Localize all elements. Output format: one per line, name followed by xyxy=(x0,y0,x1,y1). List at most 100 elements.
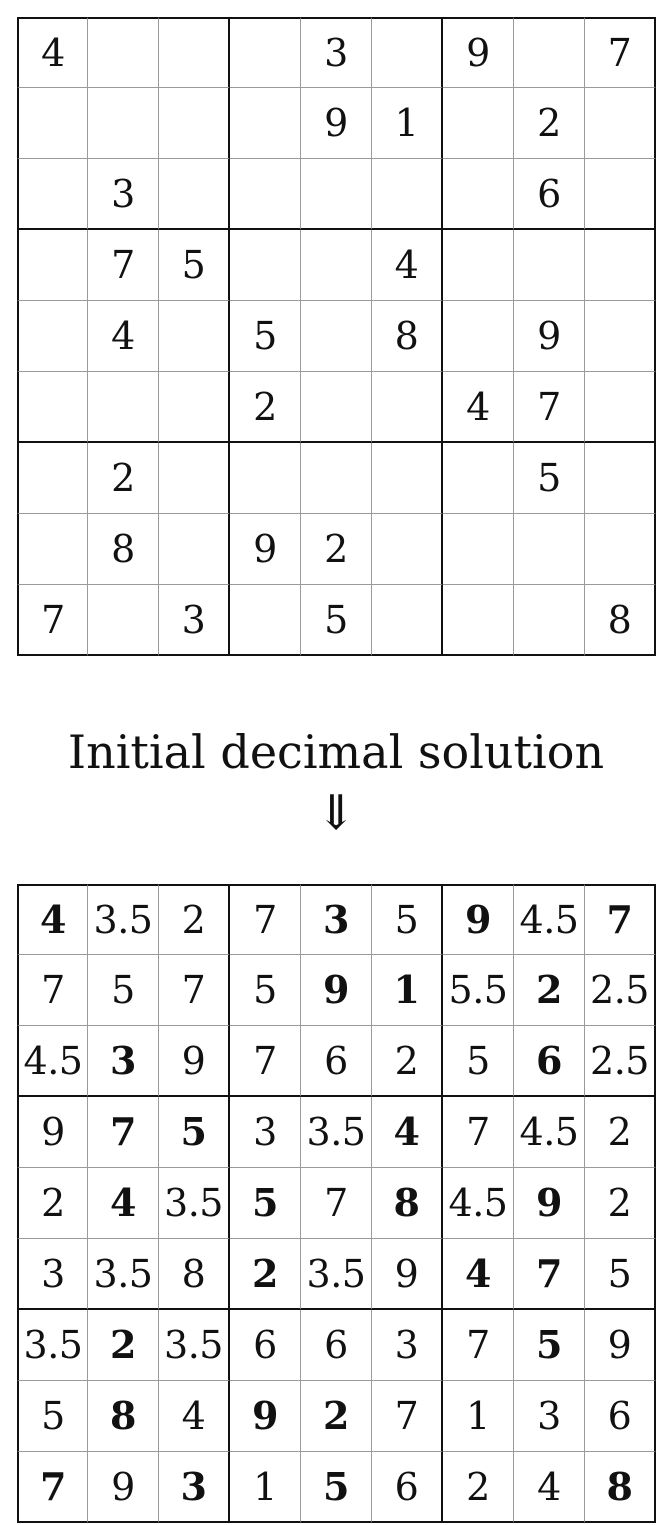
solution-cell-r1-c1: 4 xyxy=(17,884,88,955)
puzzle-cell-r6-c9 xyxy=(585,372,656,443)
puzzle-cell-r2-c1 xyxy=(17,88,88,159)
puzzle-cell-r6-c3 xyxy=(159,372,230,443)
solution-cell-r8-c8: 3 xyxy=(514,1381,585,1452)
solution-cell-r9-c3: 3 xyxy=(159,1452,230,1523)
solution-cell-r1-c8: 4.5 xyxy=(514,884,585,955)
puzzle-cell-r7-c7 xyxy=(443,443,514,514)
puzzle-cell-r5-c3 xyxy=(159,301,230,372)
solution-cell-r9-c5: 5 xyxy=(301,1452,372,1523)
solution-cell-r1-c6: 5 xyxy=(372,884,443,955)
solution-cell-r4-c3: 5 xyxy=(159,1097,230,1168)
puzzle-cell-r8-c5: 2 xyxy=(301,514,372,585)
puzzle-cell-r3-c8: 6 xyxy=(514,159,585,230)
solution-cell-r6-c9: 5 xyxy=(585,1239,656,1310)
solution-cell-r9-c9: 8 xyxy=(585,1452,656,1523)
solution-cell-r1-c4: 7 xyxy=(230,884,301,955)
puzzle-cell-r9-c6 xyxy=(372,585,443,656)
solution-cell-r8-c9: 6 xyxy=(585,1381,656,1452)
puzzle-cell-r1-c8 xyxy=(514,17,585,88)
solution-cell-r5-c9: 2 xyxy=(585,1168,656,1239)
puzzle-cell-r7-c2: 2 xyxy=(88,443,159,514)
puzzle-cell-r5-c8: 9 xyxy=(514,301,585,372)
puzzle-cell-r9-c8 xyxy=(514,585,585,656)
puzzle-cell-r2-c4 xyxy=(230,88,301,159)
puzzle-cell-r7-c8: 5 xyxy=(514,443,585,514)
solution-cell-r5-c8: 9 xyxy=(514,1168,585,1239)
puzzle-cell-r2-c3 xyxy=(159,88,230,159)
puzzle-cell-r3-c3 xyxy=(159,159,230,230)
puzzle-cell-r4-c4 xyxy=(230,230,301,301)
puzzle-cell-r5-c7 xyxy=(443,301,514,372)
puzzle-cell-r6-c7: 4 xyxy=(443,372,514,443)
puzzle-cell-r3-c4 xyxy=(230,159,301,230)
puzzle-cell-r7-c6 xyxy=(372,443,443,514)
solution-cell-r1-c7: 9 xyxy=(443,884,514,955)
puzzle-cell-r7-c5 xyxy=(301,443,372,514)
puzzle-cell-r2-c8: 2 xyxy=(514,88,585,159)
puzzle-cell-r9-c2 xyxy=(88,585,159,656)
solution-cell-r2-c8: 2 xyxy=(514,955,585,1026)
solution-cell-r9-c4: 1 xyxy=(230,1452,301,1523)
puzzle-cell-r1-c3 xyxy=(159,17,230,88)
solution-cell-r4-c1: 9 xyxy=(17,1097,88,1168)
puzzle-cell-r2-c5: 9 xyxy=(301,88,372,159)
puzzle-cell-r8-c9 xyxy=(585,514,656,585)
solution-cell-r2-c2: 5 xyxy=(88,955,159,1026)
puzzle-cell-r1-c5: 3 xyxy=(301,17,372,88)
solution-cell-r2-c5: 9 xyxy=(301,955,372,1026)
puzzle-cell-r9-c1: 7 xyxy=(17,585,88,656)
solution-cell-r2-c3: 7 xyxy=(159,955,230,1026)
puzzle-cell-r5-c5 xyxy=(301,301,372,372)
puzzle-cell-r4-c7 xyxy=(443,230,514,301)
solution-cell-r2-c7: 5.5 xyxy=(443,955,514,1026)
puzzle-cell-r8-c1 xyxy=(17,514,88,585)
solution-cell-r1-c9: 7 xyxy=(585,884,656,955)
puzzle-cell-r4-c2: 7 xyxy=(88,230,159,301)
puzzle-cell-r9-c9: 8 xyxy=(585,585,656,656)
puzzle-cell-r6-c1 xyxy=(17,372,88,443)
solution-cell-r3-c1: 4.5 xyxy=(17,1026,88,1097)
solution-cell-r8-c5: 2 xyxy=(301,1381,372,1452)
solution-cell-r5-c4: 5 xyxy=(230,1168,301,1239)
solution-cell-r7-c7: 7 xyxy=(443,1310,514,1381)
solution-cell-r2-c1: 7 xyxy=(17,955,88,1026)
puzzle-cell-r8-c2: 8 xyxy=(88,514,159,585)
solution-grid: 4 3.5 2 7 3 5 9 4.5 7 7 5 7 5 9 1 5.5 2 2.5 4.5 3 9 7 6 2 5 6 2.5 9… xyxy=(17,884,656,1523)
puzzle-cell-r4-c5 xyxy=(301,230,372,301)
puzzle-cell-r9-c4 xyxy=(230,585,301,656)
puzzle-cell-r4-c6: 4 xyxy=(372,230,443,301)
puzzle-cell-r8-c8 xyxy=(514,514,585,585)
solution-cell-r9-c7: 2 xyxy=(443,1452,514,1523)
solution-cell-r6-c7: 4 xyxy=(443,1239,514,1310)
solution-cell-r4-c9: 2 xyxy=(585,1097,656,1168)
solution-cell-r9-c2: 9 xyxy=(88,1452,159,1523)
solution-cell-r5-c3: 3.5 xyxy=(159,1168,230,1239)
solution-cell-r5-c2: 4 xyxy=(88,1168,159,1239)
solution-cell-r7-c6: 3 xyxy=(372,1310,443,1381)
solution-cell-r6-c8: 7 xyxy=(514,1239,585,1310)
solution-cell-r6-c6: 9 xyxy=(372,1239,443,1310)
solution-cell-r8-c2: 8 xyxy=(88,1381,159,1452)
puzzle-cell-r4-c1 xyxy=(17,230,88,301)
puzzle-cell-r5-c2: 4 xyxy=(88,301,159,372)
puzzle-cell-r4-c9 xyxy=(585,230,656,301)
puzzle-cell-r6-c8: 7 xyxy=(514,372,585,443)
solution-cell-r8-c3: 4 xyxy=(159,1381,230,1452)
puzzle-grid: 4397912367544589247258927358 xyxy=(17,17,656,656)
puzzle-cell-r6-c4: 2 xyxy=(230,372,301,443)
puzzle-cell-r5-c6: 8 xyxy=(372,301,443,372)
puzzle-cell-r2-c9 xyxy=(585,88,656,159)
caption: Initial decimal solution xyxy=(67,725,605,779)
puzzle-cell-r3-c2: 3 xyxy=(88,159,159,230)
puzzle-cell-r6-c6 xyxy=(372,372,443,443)
puzzle-cell-r5-c1 xyxy=(17,301,88,372)
solution-cell-r4-c5: 3.5 xyxy=(301,1097,372,1168)
puzzle-cell-r3-c6 xyxy=(372,159,443,230)
solution-cell-r6-c5: 3.5 xyxy=(301,1239,372,1310)
solution-cell-r1-c3: 2 xyxy=(159,884,230,955)
solution-cell-r5-c1: 2 xyxy=(17,1168,88,1239)
puzzle-cell-r8-c7 xyxy=(443,514,514,585)
puzzle-cell-r4-c3: 5 xyxy=(159,230,230,301)
puzzle-cell-r8-c4: 9 xyxy=(230,514,301,585)
solution-cell-r3-c9: 2.5 xyxy=(585,1026,656,1097)
